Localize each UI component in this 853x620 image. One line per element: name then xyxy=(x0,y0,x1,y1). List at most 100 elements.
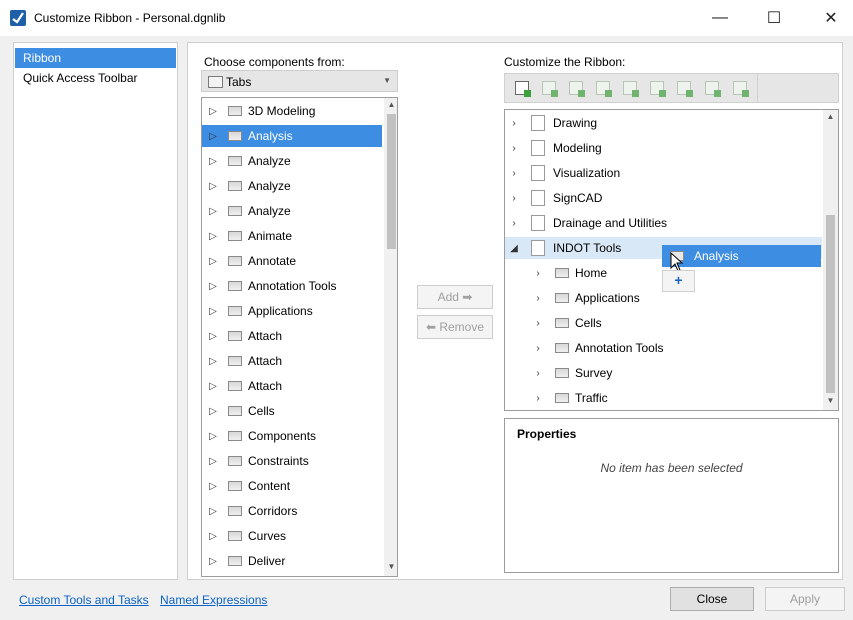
expand-arrow-icon[interactable]: › xyxy=(533,268,543,279)
expand-arrow-icon[interactable]: › xyxy=(533,393,543,404)
close-window-button[interactable]: ✕ xyxy=(809,0,853,36)
remove-button[interactable]: ⬅ Remove xyxy=(417,315,493,339)
close-button[interactable]: Close xyxy=(670,587,754,611)
expand-arrow-icon[interactable]: ▷ xyxy=(208,206,218,217)
scroll-thumb[interactable] xyxy=(387,114,396,249)
new-label-icon[interactable] xyxy=(729,77,751,99)
new-menu-icon[interactable] xyxy=(619,77,641,99)
new-toggle-icon[interactable] xyxy=(673,77,695,99)
expand-arrow-icon[interactable]: › xyxy=(533,343,543,354)
list-item[interactable]: ▷ Components xyxy=(202,425,382,447)
list-item[interactable]: ▷ Deliver xyxy=(202,550,382,572)
expand-arrow-icon[interactable]: ▷ xyxy=(208,331,218,342)
new-separator-icon[interactable] xyxy=(701,77,723,99)
custom-tools-link[interactable]: Custom Tools and Tasks xyxy=(19,593,149,607)
expand-arrow-icon[interactable]: › xyxy=(509,218,519,229)
scroll-thumb[interactable] xyxy=(826,215,835,393)
expand-arrow-icon[interactable]: ▷ xyxy=(208,256,218,267)
tree-group-item[interactable]: › Drainage and Utilities xyxy=(505,212,822,234)
expand-arrow-icon[interactable]: ▷ xyxy=(208,406,218,417)
tree-child-item[interactable]: › Survey xyxy=(505,362,822,384)
minimize-button[interactable]: — xyxy=(698,0,742,36)
tree-child-item[interactable]: › Annotation Tools xyxy=(505,337,822,359)
new-button-icon[interactable] xyxy=(565,77,587,99)
new-split-button-icon[interactable] xyxy=(646,77,668,99)
expand-arrow-icon[interactable]: ▷ xyxy=(208,131,218,142)
expand-arrow-icon[interactable]: › xyxy=(533,318,543,329)
list-item[interactable]: ▷ 3D Modeling xyxy=(202,100,382,122)
list-item-label: Analyze xyxy=(248,179,291,193)
expand-arrow-icon[interactable]: ▷ xyxy=(208,156,218,167)
expand-arrow-icon[interactable]: ▷ xyxy=(208,281,218,292)
expand-arrow-icon[interactable]: ▷ xyxy=(208,356,218,367)
expand-arrow-icon[interactable]: › xyxy=(509,143,519,154)
expand-arrow-icon[interactable]: ▷ xyxy=(208,381,218,392)
expand-arrow-icon[interactable]: › xyxy=(509,168,519,179)
expand-arrow-icon[interactable]: ▷ xyxy=(208,106,218,117)
expand-arrow-icon[interactable]: ▷ xyxy=(208,231,218,242)
expand-arrow-icon[interactable]: ▷ xyxy=(208,481,218,492)
scroll-up-icon[interactable]: ▲ xyxy=(823,110,838,124)
new-gallery-icon[interactable] xyxy=(592,77,614,99)
list-item[interactable]: ▷ Attach xyxy=(202,375,382,397)
list-item[interactable]: ▷ Attach xyxy=(202,350,382,372)
ribbon-tree-scrollbar[interactable]: ▲ ▼ xyxy=(823,110,838,410)
tree-child-item[interactable]: › Traffic xyxy=(505,387,822,409)
collapse-arrow-icon[interactable]: ◢ xyxy=(509,243,519,254)
expand-arrow-icon[interactable]: ▷ xyxy=(208,181,218,192)
expand-arrow-icon[interactable]: ▷ xyxy=(208,306,218,317)
new-tab-icon[interactable] xyxy=(511,77,533,99)
list-item[interactable]: ▷ Animate xyxy=(202,225,382,247)
list-item[interactable]: ▷ Corridors xyxy=(202,500,382,522)
new-group-icon[interactable] xyxy=(538,77,560,99)
nav-item-quick-access-toolbar[interactable]: Quick Access Toolbar xyxy=(15,68,176,88)
list-item[interactable]: ▷ Analysis xyxy=(202,125,382,147)
list-item[interactable]: ▷ Content xyxy=(202,475,382,497)
expand-arrow-icon[interactable]: › xyxy=(533,293,543,304)
expand-arrow-icon[interactable]: ▷ xyxy=(208,456,218,467)
maximize-button[interactable]: ☐ xyxy=(752,0,796,36)
scroll-up-icon[interactable]: ▲ xyxy=(384,98,397,112)
list-item[interactable]: ▷ Analyze xyxy=(202,175,382,197)
tab-icon xyxy=(228,281,242,291)
tree-group-item[interactable]: › Drawing xyxy=(505,112,822,134)
expand-arrow-icon[interactable]: › xyxy=(509,118,519,129)
list-item-label: Components xyxy=(248,429,317,443)
components-list[interactable]: ▷ 3D Modeling ▷ Analysis ▷ Analyze ▷ Analyze ▷ An… xyxy=(201,97,398,577)
components-source-dropdown[interactable]: Tabs ▼ xyxy=(201,70,398,92)
list-item[interactable]: ▷ Attach xyxy=(202,325,382,347)
list-item[interactable]: ▷ Analyze xyxy=(202,150,382,172)
list-item-label: Cells xyxy=(248,404,275,418)
list-item[interactable]: ▷ Annotation Tools xyxy=(202,275,382,297)
tab-icon xyxy=(228,181,242,191)
expand-arrow-icon[interactable]: › xyxy=(533,368,543,379)
expand-arrow-icon[interactable]: › xyxy=(509,193,519,204)
apply-button[interactable]: Apply xyxy=(765,587,845,611)
components-scrollbar[interactable]: ▲ ▼ xyxy=(384,98,397,576)
list-item[interactable]: ▷ Analyze xyxy=(202,200,382,222)
scroll-down-icon[interactable]: ▼ xyxy=(823,394,838,408)
tree-child-item[interactable]: › Cells xyxy=(505,312,822,334)
tree-group-item[interactable]: › Visualization xyxy=(505,162,822,184)
expand-arrow-icon[interactable]: ▷ xyxy=(208,531,218,542)
scroll-down-icon[interactable]: ▼ xyxy=(384,560,397,574)
list-item[interactable]: ▷ Constraints xyxy=(202,450,382,472)
expand-arrow-icon[interactable]: ▷ xyxy=(208,556,218,567)
nav-item-ribbon[interactable]: Ribbon xyxy=(15,48,176,68)
tab-icon xyxy=(555,318,569,328)
list-item-label: 3D Modeling xyxy=(248,104,316,118)
tree-group-item[interactable]: › SignCAD xyxy=(505,187,822,209)
named-expressions-link[interactable]: Named Expressions xyxy=(160,593,267,607)
expand-arrow-icon[interactable]: ▷ xyxy=(208,431,218,442)
list-item[interactable]: ▷ Curves xyxy=(202,525,382,547)
list-item[interactable]: ▷ Applications xyxy=(202,300,382,322)
tab-icon xyxy=(228,106,242,116)
list-item[interactable]: ▷ Annotate xyxy=(202,250,382,272)
list-item[interactable]: ▷ Cells xyxy=(202,400,382,422)
tree-group-item[interactable]: › Modeling xyxy=(505,137,822,159)
expand-arrow-icon[interactable]: ▷ xyxy=(208,506,218,517)
add-button[interactable]: Add ➡ xyxy=(417,285,493,309)
list-item-label: Constraints xyxy=(248,454,309,468)
tab-icon xyxy=(228,156,242,166)
chevron-down-icon: ▼ xyxy=(383,76,391,85)
